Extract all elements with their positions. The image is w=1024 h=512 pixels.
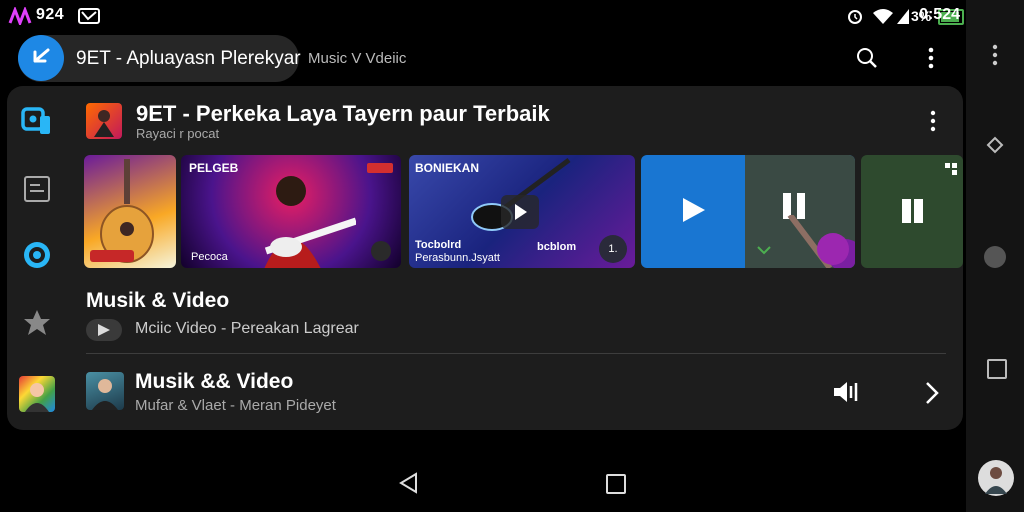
home-dot-icon[interactable]: [984, 246, 1006, 268]
rail-library-icon[interactable]: [20, 104, 54, 138]
media-tile-3[interactable]: BONIEKAN Tocbolrd Perasbunn.Jsyatt bcblo…: [409, 155, 635, 268]
rail-settings-icon[interactable]: [20, 238, 54, 272]
media-tile-4[interactable]: [641, 155, 855, 268]
tile-3-badge: bcblom: [537, 241, 577, 253]
volume-icon[interactable]: [832, 380, 860, 404]
status-bar: 924 3% 0:524: [0, 0, 966, 34]
play-button[interactable]: [501, 195, 539, 229]
tile-2-caption: Pecoca: [191, 251, 228, 263]
row-thumbnail: [86, 372, 124, 410]
tile-5-menu-icon[interactable]: [945, 163, 957, 175]
guitarist-icon: [94, 110, 114, 137]
back-button[interactable]: [18, 35, 64, 81]
tile-2-label: PELGEB: [189, 161, 239, 175]
media-tile-1[interactable]: [84, 155, 176, 268]
tile-2-action-icon[interactable]: [371, 241, 391, 261]
row-subtitle: Mufar & Vlaet - Meran Pideyet: [135, 397, 336, 414]
tile-3-counter: 1.: [599, 235, 627, 263]
alarm-icon: [848, 10, 862, 24]
wifi-icon: [873, 9, 893, 24]
play-icon: [515, 204, 527, 220]
app-logo-icon: [8, 7, 32, 25]
person-icon: [92, 379, 118, 410]
section-toggle[interactable]: [86, 319, 122, 341]
media-tile-2[interactable]: PELGEB Pecoca: [181, 155, 401, 268]
tile-3-caption: Tocbolrd: [415, 239, 462, 251]
rail-profile-avatar[interactable]: [19, 376, 55, 412]
play-large-icon: [683, 198, 705, 222]
header-more-icon[interactable]: [930, 110, 936, 132]
app-title-pill[interactable]: 9ET - Apluayasn Plerekyar: [18, 35, 301, 82]
signal-icon: [897, 9, 909, 24]
book-icon: [902, 199, 923, 223]
person-icon: [25, 383, 49, 412]
section-title: Musik & Video: [86, 289, 230, 312]
back-arrow-icon: [33, 48, 50, 63]
rail-playlist-icon[interactable]: [20, 172, 54, 206]
guitar-icon: [100, 159, 154, 263]
tile-badge: [90, 250, 134, 262]
nav-back-icon[interactable]: [398, 472, 420, 494]
search-icon[interactable]: [855, 46, 879, 70]
chevron-icon: [757, 246, 771, 255]
person-icon: [985, 467, 1007, 494]
status-time-left: 924: [36, 6, 65, 23]
guitarist-performer-icon: [264, 176, 356, 268]
tile-3-caption-2: Perasbunn.Jsyatt: [415, 252, 500, 264]
section-subtitle: Mciic Video - Pereakan Lagrear: [135, 320, 359, 337]
rotate-icon[interactable]: [984, 134, 1006, 156]
music-note-icon[interactable]: [817, 233, 849, 265]
app-title: 9ET - Apluayasn Plerekyar: [76, 48, 301, 69]
video-icon: [98, 324, 110, 336]
chevron-right-icon[interactable]: [924, 381, 940, 405]
recents-icon[interactable]: [987, 359, 1007, 379]
user-avatar[interactable]: [978, 460, 1014, 496]
more-options-icon[interactable]: [928, 46, 934, 70]
tile-4-video: [745, 155, 855, 268]
system-right-rail: [966, 0, 1024, 512]
app-subtitle: Music V Vdeiic: [308, 50, 407, 67]
live-badge: [367, 163, 393, 173]
status-time-right: 0:524: [919, 6, 960, 23]
header-subtitle: Rayaci r pocat: [136, 126, 220, 141]
rail-favorites-icon[interactable]: [20, 306, 54, 340]
divider: [86, 353, 946, 354]
nav-home-icon[interactable]: [606, 474, 626, 494]
rail-more-icon[interactable]: [992, 44, 998, 66]
header-title: 9ET - Perkeka Laya Tayern paur Terbaik: [136, 101, 550, 126]
row-title: Musik && Video: [135, 370, 294, 393]
notification-icon: [78, 8, 100, 24]
media-tile-5[interactable]: [861, 155, 963, 268]
header-thumbnail: [86, 103, 122, 139]
